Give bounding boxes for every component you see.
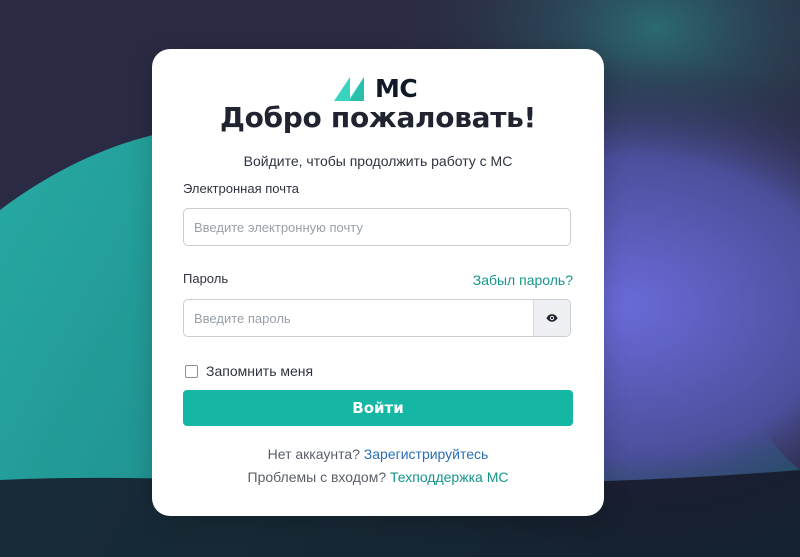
eye-icon (546, 314, 558, 322)
register-prompt: Нет аккаунта? Зарегистрируйтесь (152, 445, 604, 463)
password-label: Пароль (183, 271, 229, 286)
email-label: Электронная почта (183, 181, 300, 196)
password-field[interactable] (184, 300, 536, 336)
support-link[interactable]: Техподдержка МС (390, 469, 508, 485)
remember-me-checkbox[interactable] (185, 364, 198, 378)
login-card: МС Добро пожаловать! Войдите, чтобы прод… (152, 49, 604, 516)
logo-mark-icon (334, 77, 364, 101)
password-field-wrapper (183, 299, 571, 337)
remember-me-label: Запомнить меня (206, 363, 314, 379)
login-problems-text: Проблемы с входом? (247, 469, 387, 485)
page-title: Добро пожаловать! (219, 101, 537, 134)
email-field-wrapper (183, 208, 571, 246)
brand-logo: МС (334, 74, 418, 103)
toggle-password-visibility-button[interactable] (533, 300, 570, 336)
support-prompt: Проблемы с входом? Техподдержка МС (152, 468, 604, 486)
login-button[interactable]: Войти (183, 390, 573, 426)
page-subtitle: Войдите, чтобы продолжить работу с МС (243, 153, 513, 169)
forgot-password-link[interactable]: Забыл пароль? (473, 271, 573, 289)
email-field[interactable] (184, 209, 570, 245)
remember-me-toggle[interactable]: Запомнить меня (185, 362, 313, 380)
no-account-text: Нет аккаунта? (267, 446, 360, 462)
register-link[interactable]: Зарегистрируйтесь (364, 446, 489, 462)
logo-text: МС (375, 74, 418, 103)
